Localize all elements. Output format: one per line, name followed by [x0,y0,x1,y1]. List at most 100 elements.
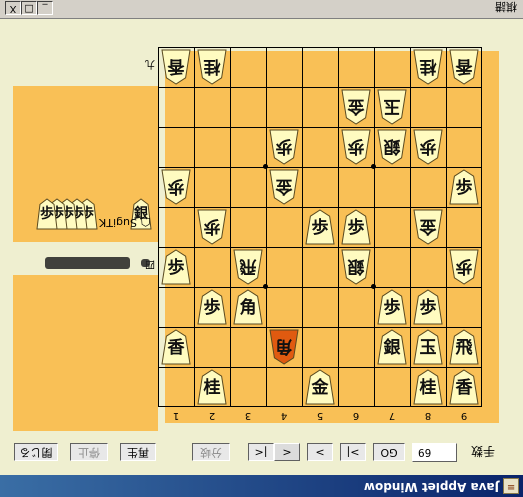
shogi-piece[interactable]: 角 [269,329,299,365]
shogi-piece[interactable]: 香 [161,49,191,85]
board-square[interactable] [446,87,482,127]
maximize-icon[interactable]: □ [21,1,37,15]
minimize-icon[interactable]: _ [37,1,53,15]
shogi-piece[interactable]: 金 [413,209,443,245]
shogi-piece[interactable]: 飛 [233,249,263,285]
board-square[interactable] [266,247,302,287]
board-square[interactable] [194,127,230,167]
board-square[interactable] [194,327,230,367]
shogi-piece[interactable]: 角 [233,289,263,325]
shogi-piece[interactable]: 歩 [413,129,443,165]
board-square[interactable] [374,247,410,287]
board-square[interactable] [230,87,266,127]
board-square[interactable] [338,287,374,327]
shogi-piece[interactable]: 歩 [341,129,371,165]
shogi-piece[interactable]: 桂 [197,369,227,405]
board-square[interactable] [338,47,374,87]
first-move-button[interactable]: |< [248,443,274,461]
shogi-piece[interactable]: 玉 [377,89,407,125]
board-square[interactable] [446,287,482,327]
redacted-mark [141,259,150,267]
close-applet-button[interactable]: 閉じる [14,443,58,461]
shogi-piece[interactable]: 金 [269,169,299,205]
board-square[interactable] [230,367,266,407]
board-square[interactable] [446,127,482,167]
shogi-piece[interactable]: 歩 [449,169,479,205]
board-square[interactable] [410,87,446,127]
board-square[interactable] [194,247,230,287]
shogi-piece[interactable]: 歩 [305,209,335,245]
branch-button[interactable]: 分岐 [192,443,230,461]
shogi-piece[interactable]: 銀 [341,249,371,285]
shogi-piece[interactable]: 香 [449,369,479,405]
shogi-piece[interactable]: 歩 [413,289,443,325]
shogi-piece[interactable]: 歩 [197,209,227,245]
replay-button[interactable]: 再生 [120,443,156,461]
shogi-piece[interactable]: 玉 [413,329,443,365]
last-move-button[interactable]: >| [340,443,366,461]
board-square[interactable] [374,167,410,207]
shogi-piece[interactable]: 歩 [161,169,191,205]
shogi-piece[interactable]: 金 [305,369,335,405]
shogi-piece[interactable]: 歩 [341,209,371,245]
shogi-piece[interactable]: 桂 [197,49,227,85]
board-square[interactable] [230,207,266,247]
board-square[interactable] [158,207,194,247]
board-square[interactable] [374,47,410,87]
board-square[interactable] [410,247,446,287]
piece-label: 金 [311,378,329,398]
hand-piece[interactable]: 歩 [36,198,58,230]
shogi-piece[interactable]: 金 [341,89,371,125]
board-square[interactable] [302,287,338,327]
shogi-piece[interactable]: 歩 [197,289,227,325]
shogi-board[interactable]: 987654321一二三四五六七八九 香桂金桂飛玉銀角香歩歩角歩歩銀飛歩金歩歩歩… [145,47,499,423]
move-number-input[interactable]: 69 [412,443,457,462]
shogi-piece[interactable]: 銀 [377,329,407,365]
board-square[interactable] [302,327,338,367]
board-square[interactable] [338,167,374,207]
board-square[interactable] [230,127,266,167]
shogi-piece[interactable]: 歩 [161,249,191,285]
board-square[interactable] [338,367,374,407]
board-square[interactable] [194,167,230,207]
prev-move-button[interactable]: < [274,443,300,461]
board-square[interactable] [158,87,194,127]
shogi-piece[interactable]: 歩 [449,249,479,285]
board-square[interactable] [266,47,302,87]
shogi-piece[interactable]: 銀 [377,129,407,165]
board-square[interactable] [230,167,266,207]
shogi-piece[interactable]: 桂 [413,369,443,405]
shogi-piece[interactable]: 飛 [449,329,479,365]
go-button[interactable]: GO [373,443,405,461]
title-bar[interactable]: ≡ Java Applet Window [0,475,523,497]
board-square[interactable] [266,287,302,327]
board-square[interactable] [266,367,302,407]
board-square[interactable] [158,367,194,407]
close-icon[interactable]: X [5,1,21,15]
next-move-button[interactable]: > [307,443,333,461]
board-square[interactable] [302,167,338,207]
board-square[interactable] [266,207,302,247]
shogi-piece[interactable]: 桂 [413,49,443,85]
board-square[interactable] [446,207,482,247]
board-square[interactable] [158,287,194,327]
board-square[interactable] [302,247,338,287]
board-square[interactable] [158,127,194,167]
board-square[interactable] [338,327,374,367]
board-square[interactable] [374,367,410,407]
board-square[interactable] [302,87,338,127]
board-square[interactable] [230,47,266,87]
piece-label: 歩 [419,136,437,156]
board-square[interactable] [266,87,302,127]
board-square[interactable] [302,127,338,167]
board-square[interactable] [302,47,338,87]
shogi-piece[interactable]: 香 [161,329,191,365]
shogi-piece[interactable]: 歩 [377,289,407,325]
shogi-piece[interactable]: 歩 [269,129,299,165]
stop-button[interactable]: 停止 [70,443,108,461]
board-square[interactable] [410,167,446,207]
board-square[interactable] [374,207,410,247]
board-square[interactable] [194,87,230,127]
shogi-piece[interactable]: 香 [449,49,479,85]
board-square[interactable] [230,327,266,367]
